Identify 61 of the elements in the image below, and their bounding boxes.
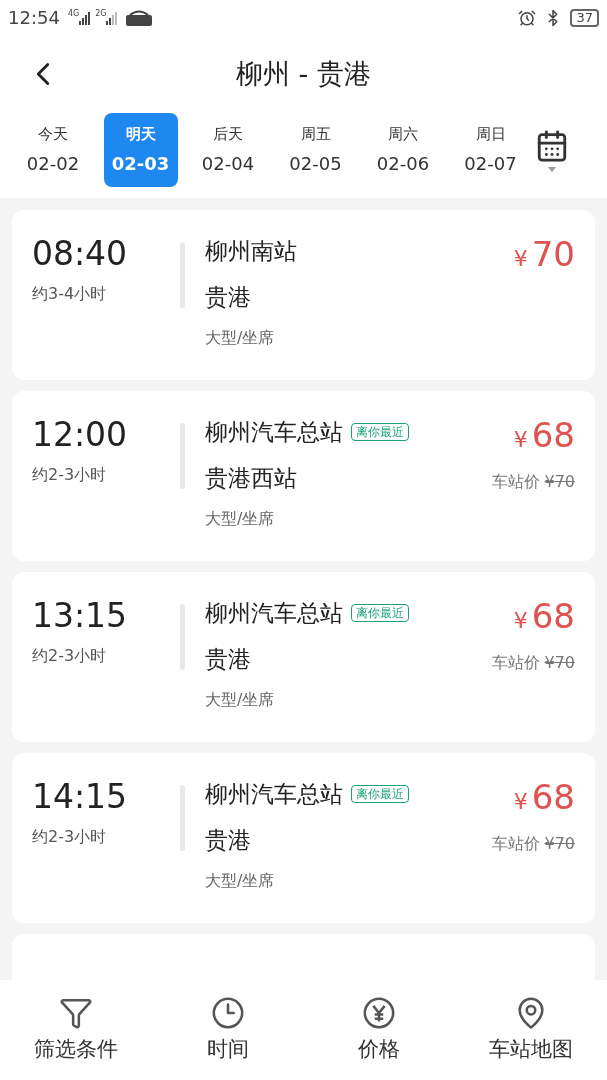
- departure-station: 柳州汽车总站: [205, 599, 343, 628]
- departure-time: 12:00: [32, 415, 129, 455]
- signal-label: 4G: [67, 8, 80, 20]
- trip-duration: 约2-3小时: [32, 645, 108, 667]
- bottom-nav-item[interactable]: 时间: [151, 980, 304, 1080]
- nearest-tag: 离你最近: [351, 423, 409, 441]
- bottom-nav-item[interactable]: 车站地图: [455, 980, 607, 1080]
- date-tab[interactable]: 周五 02-05: [278, 113, 353, 187]
- departure-time: 13:15: [32, 596, 129, 636]
- bus-type: 大型/坐席: [205, 689, 276, 711]
- arrival-station: 贵港西站: [205, 464, 298, 493]
- bus-type: 大型/坐席: [205, 870, 276, 892]
- trip-duration: 约3-4小时: [32, 283, 108, 305]
- date-tab[interactable]: 后天 02-04: [191, 113, 265, 187]
- filter-icon: [58, 996, 93, 1030]
- calendar-icon: [535, 129, 569, 163]
- date-tab[interactable]: 明天 02-03: [103, 113, 178, 187]
- trip-card[interactable]: 12:00 约2-3小时 柳州汽车总站 离你最近 贵港西站 大型/坐席 ¥68 车站价 ¥70: [12, 391, 595, 561]
- arrival-station: 贵港: [205, 645, 252, 674]
- trip-card[interactable]: 13:15 约2-3小时 柳州汽车总站 离你最近 贵港 大型/坐席 ¥68 车站价 ¥70: [12, 572, 595, 742]
- departure-station: 柳州汽车总站: [205, 418, 343, 447]
- departure-time: 08:40: [32, 234, 129, 274]
- arrival-station: 贵港: [205, 283, 252, 312]
- ticket-price: ¥68: [513, 596, 575, 638]
- arrival-station: 贵港: [205, 826, 252, 855]
- station-price: ¥70: [544, 652, 575, 674]
- signal-icon: [79, 10, 92, 25]
- dropdown-caret-icon: [548, 167, 556, 172]
- station-price-label: 车站价: [492, 833, 541, 855]
- bottom-nav-item[interactable]: 价格: [303, 980, 456, 1080]
- date-tab[interactable]: 今天 02-02: [16, 113, 90, 187]
- bus-type: 大型/坐席: [205, 327, 276, 349]
- trip-card[interactable]: 08:40 约3-4小时 柳州南站 贵港 大型/坐席 ¥70: [12, 210, 595, 380]
- trip-duration: 约2-3小时: [32, 464, 108, 486]
- clock-icon: [210, 996, 245, 1030]
- station-price-label: 车站价: [492, 471, 541, 493]
- bottom-nav-item[interactable]: 筛选条件: [0, 980, 152, 1080]
- signal-label: 2G: [95, 8, 107, 20]
- alarm-icon: [518, 8, 537, 27]
- ticket-price: ¥68: [513, 777, 575, 819]
- station-price-label: 车站价: [492, 652, 541, 674]
- departure-station: 柳州汽车总站: [205, 780, 343, 809]
- calendar-button[interactable]: [535, 129, 569, 172]
- battery-level: 37: [570, 8, 599, 27]
- status-time: 12:54: [8, 6, 60, 30]
- nearest-tag: 离你最近: [351, 604, 409, 622]
- trip-duration: 约2-3小时: [32, 826, 108, 848]
- nearest-tag: 离你最近: [351, 785, 409, 803]
- yen-icon: [362, 996, 397, 1030]
- station-price: ¥70: [544, 471, 575, 493]
- trip-card[interactable]: 14:15 约2-3小时 柳州汽车总站 离你最近 贵港 大型/坐席 ¥68 车站价 ¥70: [12, 753, 595, 923]
- departure-time: 14:15: [32, 777, 129, 817]
- signal-icon: [106, 10, 119, 25]
- bus-type: 大型/坐席: [205, 508, 276, 530]
- date-tab[interactable]: 周六 02-06: [366, 113, 440, 187]
- ticket-price: ¥68: [513, 415, 575, 457]
- station-price: ¥70: [544, 833, 575, 855]
- date-tab[interactable]: 周日 02-07: [453, 113, 528, 187]
- departure-station: 柳州南站: [205, 237, 297, 266]
- ticket-price: ¥70: [513, 234, 575, 276]
- page-title: 柳州 - 贵港: [236, 56, 371, 91]
